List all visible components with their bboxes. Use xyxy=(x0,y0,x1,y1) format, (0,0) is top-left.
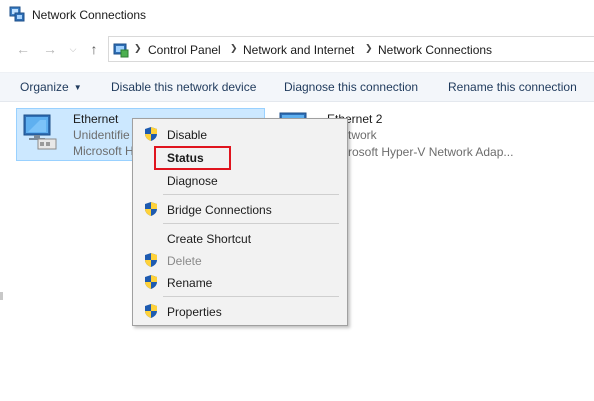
menu-item-rename[interactable]: Rename xyxy=(167,276,212,290)
menu-item-properties[interactable]: Properties xyxy=(167,305,222,319)
window-title: Network Connections xyxy=(32,8,147,22)
menu-item-delete: Delete xyxy=(167,254,202,268)
uac-shield-icon xyxy=(145,202,157,216)
adapter-device: rosoft Hyper-V Network Adap... xyxy=(348,145,514,159)
rename-connection-button[interactable]: Rename this connection xyxy=(448,80,577,94)
disable-network-device-button[interactable]: Disable this network device xyxy=(111,80,256,94)
breadcrumb-control-panel[interactable]: Control Panel xyxy=(148,43,221,57)
diagnose-connection-button[interactable]: Diagnose this connection xyxy=(284,80,418,94)
menu-item-diagnose[interactable]: Diagnose xyxy=(167,174,218,188)
menu-item-disable[interactable]: Disable xyxy=(167,128,207,142)
up-arrow-icon[interactable]: ↑ xyxy=(85,39,103,59)
adapter-device: Microsoft H xyxy=(73,144,134,158)
dropdown-caret-icon: ▼ xyxy=(73,83,82,92)
breadcrumb-network-connections[interactable]: Network Connections xyxy=(378,43,492,57)
forward-arrow-icon[interactable]: → xyxy=(41,39,59,59)
recent-locations-chevron-icon[interactable]: ⌵ xyxy=(64,39,82,59)
network-adapter-icon xyxy=(23,114,57,150)
organize-label: Organize xyxy=(20,80,69,94)
uac-shield-icon xyxy=(145,304,157,318)
adapter-status: Unidentifie xyxy=(73,128,130,142)
status-highlight-box xyxy=(154,146,231,170)
network-connections-icon xyxy=(9,6,25,22)
uac-shield-icon xyxy=(145,127,157,141)
menu-separator xyxy=(163,223,339,224)
menu-item-bridge-connections[interactable]: Bridge Connections xyxy=(167,203,272,217)
breadcrumb-chevron-icon[interactable]: ❯ xyxy=(365,43,373,54)
menu-separator xyxy=(163,194,339,195)
breadcrumb-chevron-icon[interactable]: ❯ xyxy=(134,43,142,54)
uac-shield-icon xyxy=(145,253,157,267)
adapter-name: Ethernet xyxy=(73,112,119,126)
menu-item-create-shortcut[interactable]: Create Shortcut xyxy=(167,232,251,246)
control-panel-icon xyxy=(113,43,129,58)
organize-button[interactable]: Organize ▼ xyxy=(20,80,82,94)
uac-shield-icon xyxy=(145,275,157,289)
window-edge-mark xyxy=(0,292,3,300)
breadcrumb-network-and-internet[interactable]: Network and Internet xyxy=(243,43,354,57)
menu-separator xyxy=(163,296,339,297)
back-arrow-icon[interactable]: ← xyxy=(14,39,32,59)
breadcrumb-chevron-icon[interactable]: ❯ xyxy=(230,43,238,54)
adapter-status: twork xyxy=(348,128,377,142)
